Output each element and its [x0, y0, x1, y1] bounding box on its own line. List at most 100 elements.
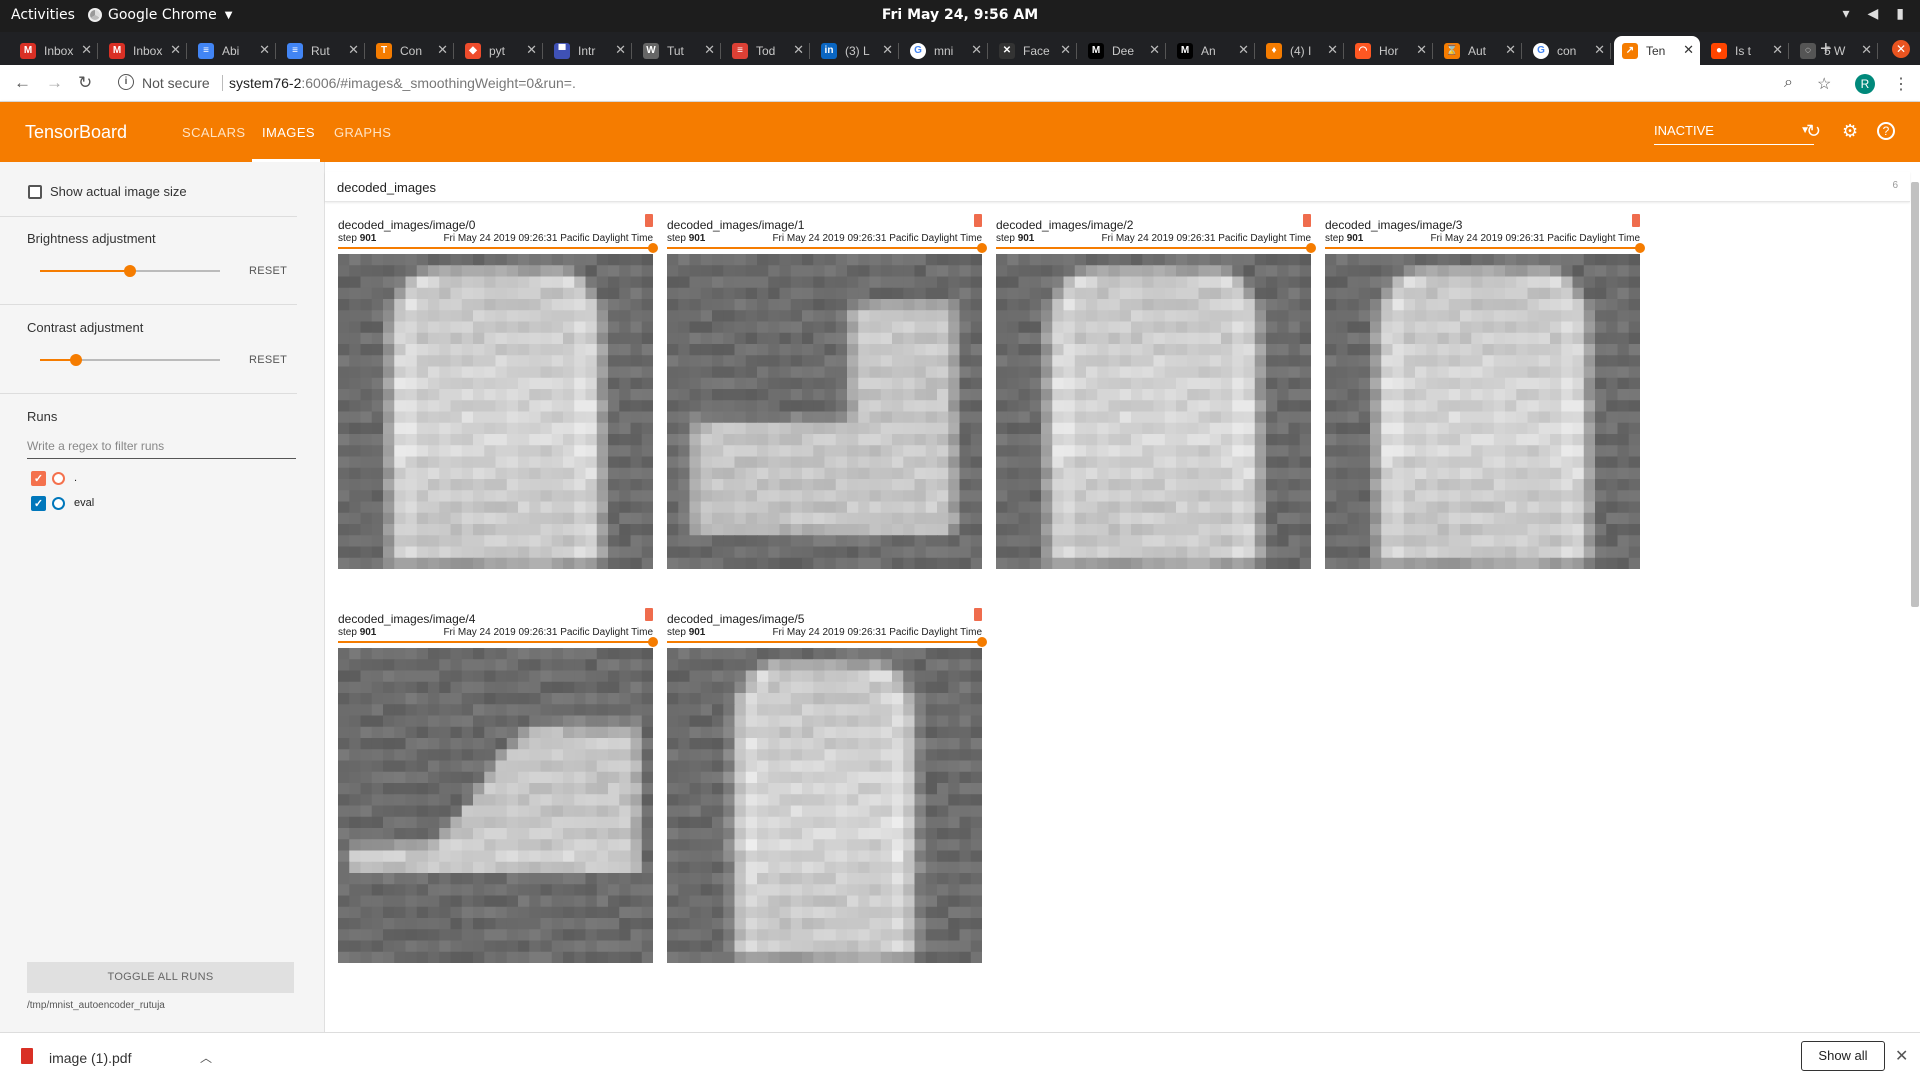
step-slider[interactable]	[667, 637, 987, 647]
tag-group-header[interactable]: decoded_images 6	[325, 172, 1910, 202]
tab-close-icon[interactable]: ✕	[1327, 42, 1338, 58]
browser-tab[interactable]: ⌛ Aut ✕	[1436, 36, 1522, 65]
image-container[interactable]	[667, 254, 982, 569]
contrast-slider[interactable]	[40, 354, 220, 366]
tab-close-icon[interactable]: ✕	[259, 42, 270, 58]
tab-close-icon[interactable]: ✕	[81, 42, 92, 58]
step-slider-knob[interactable]	[1306, 243, 1316, 253]
browser-tab[interactable]: ◠ Hor ✕	[1347, 36, 1433, 65]
browser-tab[interactable]: ✕ Face ✕	[991, 36, 1077, 65]
run-checkbox[interactable]: ✓	[31, 470, 46, 486]
run-row[interactable]: ✓ eval	[31, 495, 94, 511]
step-slider[interactable]	[338, 243, 658, 253]
run-filter-input[interactable]: Write a regex to filter runs	[27, 435, 296, 459]
tab-close-icon[interactable]: ✕	[1149, 42, 1160, 58]
download-filename[interactable]: image (1).pdf	[49, 1050, 131, 1066]
card-menu-icon[interactable]	[1632, 214, 1640, 227]
brightness-slider[interactable]	[40, 265, 220, 277]
tab-close-icon[interactable]: ✕	[971, 42, 982, 58]
step-slider-knob[interactable]	[648, 637, 658, 647]
browser-tab[interactable]: ♦ (4) I ✕	[1258, 36, 1344, 65]
show-all-downloads-button[interactable]: Show all	[1801, 1041, 1885, 1071]
tab-close-icon[interactable]: ✕	[793, 42, 804, 58]
bookmark-star-icon[interactable]: ☆	[1817, 74, 1831, 94]
run-checkbox[interactable]: ✓	[31, 495, 46, 511]
card-menu-icon[interactable]	[645, 214, 653, 227]
show-actual-size-label[interactable]: Show actual image size	[50, 184, 187, 199]
browser-tab[interactable]: M An ✕	[1169, 36, 1255, 65]
tab-close-icon[interactable]: ✕	[1594, 42, 1605, 58]
brightness-slider-knob[interactable]	[124, 265, 136, 277]
browser-tab[interactable]: ≡ Abi ✕	[190, 36, 276, 65]
tab-close-icon[interactable]: ✕	[1505, 42, 1516, 58]
run-row[interactable]: ✓ .	[31, 470, 77, 486]
settings-gear-icon[interactable]: ⚙	[1842, 121, 1858, 142]
run-color-icon[interactable]	[52, 471, 65, 485]
tab-images[interactable]: IMAGES	[262, 125, 315, 140]
browser-tab[interactable]: ◌ 5 W ✕	[1792, 36, 1878, 65]
step-slider[interactable]	[996, 243, 1316, 253]
close-icon[interactable]: ✕	[1895, 1046, 1908, 1066]
step-slider-knob[interactable]	[1635, 243, 1645, 253]
tab-close-icon[interactable]: ✕	[1238, 42, 1249, 58]
tab-close-icon[interactable]: ✕	[1416, 42, 1427, 58]
refresh-icon[interactable]: ↻	[1806, 121, 1821, 142]
browser-tab[interactable]: ▀ Intr ✕	[546, 36, 632, 65]
image-container[interactable]	[1325, 254, 1640, 569]
step-slider[interactable]	[338, 637, 658, 647]
card-menu-icon[interactable]	[974, 608, 982, 621]
card-menu-icon[interactable]	[974, 214, 982, 227]
step-slider-knob[interactable]	[977, 637, 987, 647]
card-menu-icon[interactable]	[1303, 214, 1311, 227]
contrast-reset-button[interactable]: RESET	[249, 354, 287, 366]
step-slider[interactable]	[667, 243, 987, 253]
browser-tab[interactable]: W Tut ✕	[635, 36, 721, 65]
step-slider-knob[interactable]	[648, 243, 658, 253]
tab-close-icon[interactable]: ✕	[615, 42, 626, 58]
browser-tab[interactable]: M Dee ✕	[1080, 36, 1166, 65]
tab-close-icon[interactable]: ✕	[170, 42, 181, 58]
contrast-slider-knob[interactable]	[70, 354, 82, 366]
tab-close-icon[interactable]: ✕	[704, 42, 715, 58]
scrollbar[interactable]	[1911, 182, 1919, 607]
clock[interactable]: Fri May 24, 9:56 AM	[0, 7, 1920, 23]
tab-close-icon[interactable]: ✕	[1772, 42, 1783, 58]
brightness-reset-button[interactable]: RESET	[249, 265, 287, 277]
browser-tab[interactable]: ≡ Rut ✕	[279, 36, 365, 65]
reload-icon[interactable]: ↻	[78, 73, 92, 93]
browser-tab[interactable]: Gcon ✕	[1525, 36, 1611, 65]
tab-close-icon[interactable]: ✕	[882, 42, 893, 58]
image-container[interactable]	[996, 254, 1311, 569]
info-icon[interactable]: i	[118, 74, 134, 90]
browser-tab[interactable]: M Inbox ✕	[101, 36, 187, 65]
chevron-up-icon[interactable]: ︿	[200, 1049, 212, 1066]
tab-close-icon[interactable]: ✕	[348, 42, 359, 58]
step-slider-knob[interactable]	[977, 243, 987, 253]
system-tray[interactable]: ▾ ◀ ▮	[1842, 6, 1904, 22]
close-window-button[interactable]: ✕	[1892, 40, 1910, 58]
browser-tab[interactable]: T Con ✕	[368, 36, 454, 65]
help-icon[interactable]: ?	[1877, 122, 1895, 140]
card-menu-icon[interactable]	[645, 608, 653, 621]
toggle-all-runs-button[interactable]: TOGGLE ALL RUNS	[27, 962, 294, 993]
url-bar[interactable]: system76-2:6006/#images&_smoothingWeight…	[229, 75, 576, 91]
browser-tab[interactable]: M Inbox ✕	[12, 36, 98, 65]
tab-close-icon[interactable]: ✕	[526, 42, 537, 58]
tab-close-icon[interactable]: ✕	[1060, 42, 1071, 58]
browser-tab[interactable]: Gmni ✕	[902, 36, 988, 65]
forward-arrow-icon[interactable]: →	[46, 73, 63, 93]
tab-graphs[interactable]: GRAPHS	[334, 125, 391, 140]
tab-close-icon[interactable]: ✕	[1683, 42, 1694, 58]
show-actual-size-checkbox[interactable]	[28, 185, 42, 199]
tab-close-icon[interactable]: ✕	[1861, 42, 1872, 58]
security-status[interactable]: Not secure	[142, 75, 210, 91]
tab-close-icon[interactable]: ✕	[437, 42, 448, 58]
zoom-icon[interactable]: ⌕	[1784, 74, 1793, 92]
browser-tab[interactable]: ● Is t ✕	[1703, 36, 1789, 65]
new-tab-button[interactable]: +	[1820, 38, 1832, 61]
browser-tab[interactable]: ↗ Ten ✕	[1614, 36, 1700, 65]
tensorboard-brand[interactable]: TensorBoard	[25, 122, 127, 143]
image-container[interactable]	[667, 648, 982, 963]
browser-tab[interactable]: ◆ pyt ✕	[457, 36, 543, 65]
browser-tab[interactable]: in (3) L ✕	[813, 36, 899, 65]
